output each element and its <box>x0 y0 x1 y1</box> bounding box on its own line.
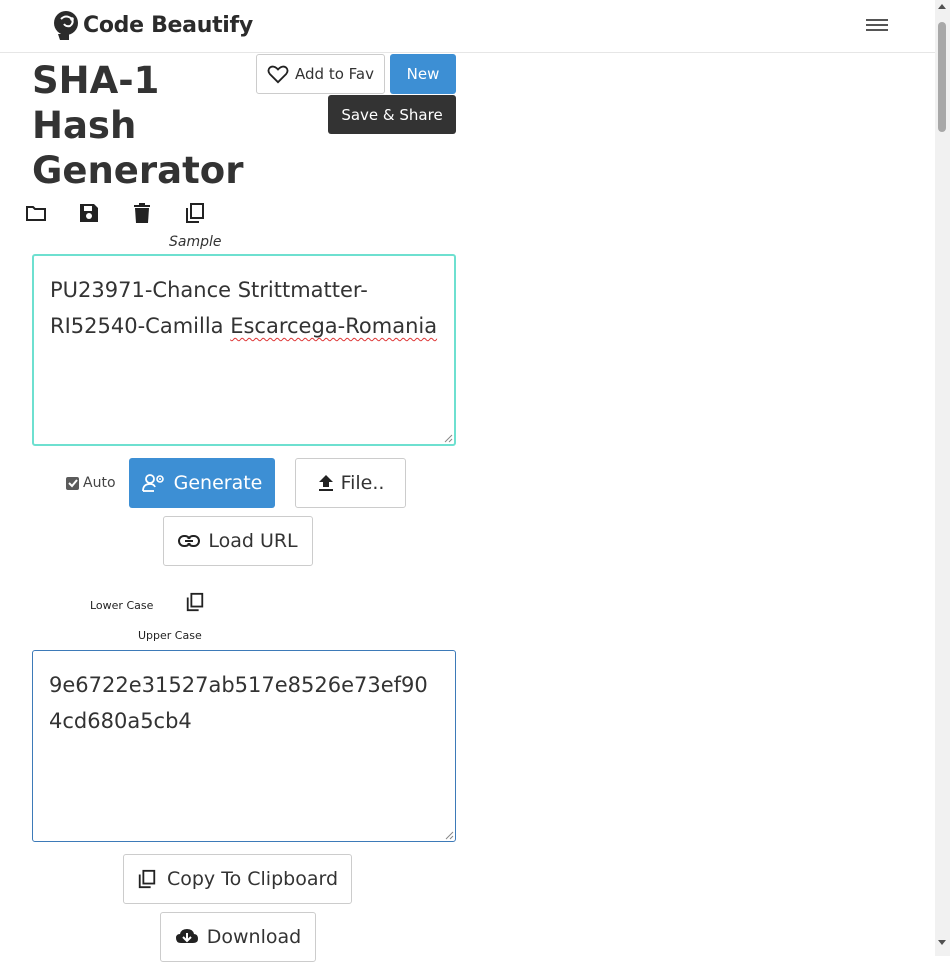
auto-checkbox-group[interactable]: Auto <box>66 475 116 491</box>
file-upload-button[interactable]: File.. <box>295 458 406 508</box>
page-scrollbar[interactable] <box>935 0 950 956</box>
hamburger-menu-icon[interactable] <box>866 16 888 34</box>
upper-case-option[interactable]: Upper Case <box>138 629 202 642</box>
scroll-thumb[interactable] <box>938 22 946 132</box>
input-textarea[interactable]: PU23971-Chance Strittmatter-RI52540-Cami… <box>32 254 456 446</box>
user-gear-icon <box>141 474 164 492</box>
add-to-fav-label: Add to Fav <box>295 65 374 83</box>
output-hash: 9e6722e31527ab517e8526e73ef904cd680a5cb4 <box>49 673 428 733</box>
scroll-up-arrow-icon[interactable] <box>938 4 946 9</box>
copy-icon[interactable] <box>184 202 206 224</box>
load-url-button[interactable]: Load URL <box>163 516 313 566</box>
file-label: File.. <box>340 472 385 494</box>
brain-head-logo-icon <box>54 11 78 40</box>
copy-output-icon[interactable] <box>185 592 205 612</box>
output-textarea[interactable]: 9e6722e31527ab517e8526e73ef904cd680a5cb4 <box>32 650 456 842</box>
new-button[interactable]: New <box>390 54 456 94</box>
checkmark-icon <box>67 479 78 488</box>
input-text-misspelled: Escarcega-Romania <box>230 314 438 338</box>
link-icon <box>178 535 201 547</box>
copy-to-clipboard-button[interactable]: Copy To Clipboard <box>123 854 352 904</box>
save-share-label: Save & Share <box>341 105 443 124</box>
copy-to-clipboard-label: Copy To Clipboard <box>166 868 339 890</box>
sample-link[interactable]: Sample <box>169 234 222 250</box>
download-button[interactable]: Download <box>160 912 316 962</box>
brand-logo[interactable]: Code Beautify <box>52 10 253 40</box>
load-url-label: Load URL <box>208 530 298 552</box>
page-title: SHA-1 Hash Generator <box>32 59 244 192</box>
auto-label: Auto <box>83 475 116 491</box>
brand-name: Code Beautify <box>83 12 253 38</box>
lower-case-option[interactable]: Lower Case <box>90 599 153 612</box>
top-navbar: Code Beautify <box>0 0 935 53</box>
download-label: Download <box>206 926 302 948</box>
folder-open-icon[interactable] <box>25 202 47 224</box>
auto-checkbox[interactable] <box>66 476 79 490</box>
scroll-down-arrow-icon[interactable] <box>938 940 946 945</box>
copy-icon <box>138 869 156 889</box>
generate-label: Generate <box>173 472 263 494</box>
cloud-download-icon <box>175 929 198 943</box>
heart-icon <box>267 65 289 84</box>
new-label: New <box>406 65 440 83</box>
add-to-fav-button[interactable]: Add to Fav <box>256 54 385 94</box>
resize-grip-icon[interactable] <box>444 434 453 443</box>
save-icon[interactable] <box>78 202 100 224</box>
upload-icon <box>318 475 333 491</box>
resize-grip-icon[interactable] <box>445 831 454 840</box>
trash-icon[interactable] <box>131 202 153 224</box>
generate-button[interactable]: Generate <box>129 458 275 508</box>
save-share-button[interactable]: Save & Share <box>328 95 456 134</box>
